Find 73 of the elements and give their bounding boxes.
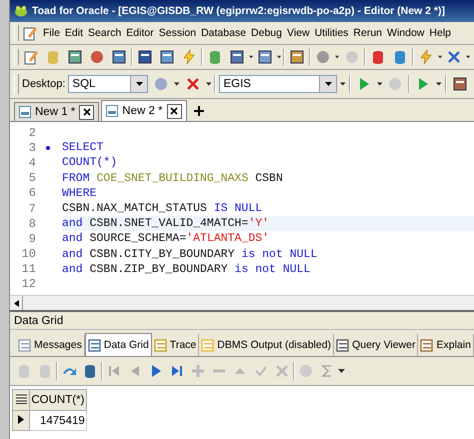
caret-icon: [324, 82, 332, 86]
menu-item[interactable]: Session: [156, 25, 198, 41]
line-number: 12: [20, 277, 36, 292]
code-line: FROM COE_SNET_BUILDING_NAXS CSBN: [62, 172, 283, 185]
line-number: 11: [20, 262, 36, 276]
line-number: 2: [28, 126, 36, 140]
results-tab[interactable]: Query Viewer: [334, 334, 418, 356]
line-number: 5: [28, 171, 36, 186]
line-number: 3: [28, 140, 36, 155]
code-line: CSBN.NAX_MATCH_STATUS IS NULL: [62, 202, 262, 216]
tab-icon: [18, 338, 31, 352]
caret-icon[interactable]: [466, 55, 470, 59]
menu-item[interactable]: View: [285, 25, 312, 41]
tab-icon: [201, 338, 214, 352]
menu-item[interactable]: Editor: [124, 25, 156, 41]
tab-icon: [88, 338, 101, 352]
editor-tab[interactable]: New 2 *: [101, 100, 187, 121]
menu-item[interactable]: Search: [86, 25, 124, 41]
grid-menu-icon[interactable]: [12, 390, 30, 410]
caret-icon[interactable]: [340, 82, 346, 86]
tab-icon: [154, 338, 167, 352]
code-line: SELECT: [62, 141, 104, 154]
tab-icon: [420, 338, 434, 352]
tab-icon: [336, 338, 350, 352]
desktop-label: Desktop:: [22, 78, 66, 90]
caret-icon[interactable]: [376, 82, 382, 86]
caret-icon[interactable]: [249, 55, 254, 59]
code-line: and SOURCE_SCHEMA='ATLANTA_DS': [62, 232, 270, 246]
results-tab[interactable]: DBMS Output (disabled): [199, 334, 334, 356]
line-number: 6: [28, 186, 36, 200]
menu-item[interactable]: Rerun: [351, 25, 384, 41]
caret-icon[interactable]: [174, 82, 180, 86]
close-icon[interactable]: [166, 104, 182, 118]
panel-title: Data Grid: [10, 312, 474, 330]
table-cell: 1475419: [30, 410, 86, 430]
line-number: 8: [28, 216, 36, 231]
menu-item[interactable]: File: [41, 25, 62, 41]
menu-item[interactable]: Edit: [62, 25, 86, 41]
caret-icon[interactable]: [436, 82, 442, 86]
caret-icon[interactable]: [277, 55, 282, 59]
line-number: 9: [28, 232, 36, 246]
line-number: 7: [28, 202, 36, 216]
code-line: WHERE: [62, 186, 97, 200]
line-number: 10: [20, 247, 36, 262]
caret-icon[interactable]: [338, 369, 345, 373]
code-line: and CSBN.CITY_BY_BOUNDARY is not NULL: [62, 248, 318, 261]
code-line: COUNT(*): [62, 156, 118, 170]
menu-item[interactable]: Debug: [249, 25, 284, 41]
results-tab[interactable]: Messages: [16, 334, 85, 356]
menu-item[interactable]: Window: [385, 25, 426, 41]
sql-file-icon: [19, 106, 31, 118]
caret-icon[interactable]: [335, 55, 340, 59]
code-line: and CSBN.ZIP_BY_BOUNDARY is not NULL: [62, 262, 310, 276]
schema-select[interactable]: EGIS: [219, 75, 338, 93]
line-number: 4: [28, 156, 36, 170]
column-header[interactable]: COUNT(*): [30, 390, 86, 410]
results-tab[interactable]: Explain: [418, 334, 474, 356]
close-icon[interactable]: [79, 104, 94, 120]
caret-icon[interactable]: [438, 55, 442, 59]
desktop-select[interactable]: SQL: [68, 75, 148, 93]
code-line: and CSBN.SNET_VALID_4MATCH='Y': [62, 217, 270, 230]
add-icon[interactable]: [192, 105, 205, 117]
window-title: Toad for Oracle - [EGIS@GISDB_RW (egiprrw2:egisrwdb-po-a2p) - Editor (New 2 *)]: [32, 5, 445, 17]
menu-item[interactable]: Database: [199, 25, 248, 41]
toad-icon: [14, 5, 28, 17]
menu-item[interactable]: Help: [427, 25, 453, 41]
menu-item[interactable]: Utilities: [312, 25, 350, 41]
editor-tab[interactable]: New 1 *: [14, 102, 100, 121]
caret-icon: [136, 82, 143, 86]
results-tab[interactable]: Data Grid: [84, 333, 152, 356]
caret-icon[interactable]: [206, 82, 212, 86]
sql-file-icon: [106, 105, 118, 117]
results-tab[interactable]: Trace: [152, 334, 200, 356]
